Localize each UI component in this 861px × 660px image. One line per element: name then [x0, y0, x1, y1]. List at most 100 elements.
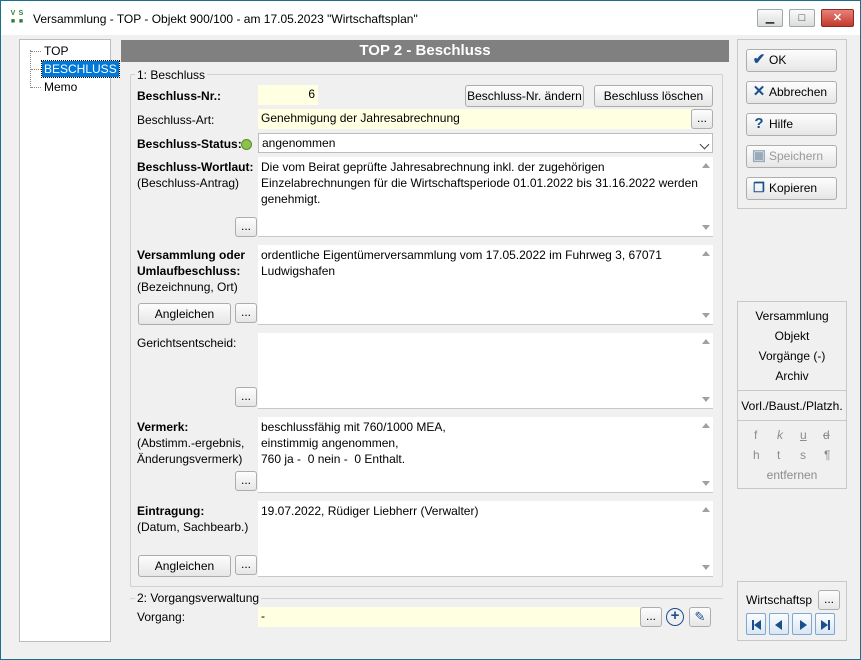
- scrollbar[interactable]: [699, 417, 713, 492]
- copy-icon: ❐: [753, 180, 765, 195]
- gerichtsentscheid-label: Gerichtsentscheid:: [137, 336, 237, 350]
- format-italic-button[interactable]: k: [777, 428, 783, 442]
- scrollbar[interactable]: [699, 333, 713, 408]
- wortlaut-textarea[interactable]: Die vom Beirat geprüfte Jahresabrechnung…: [258, 157, 713, 237]
- status-value: angenommen: [262, 136, 336, 150]
- versammlung-text: ordentliche Eigentümerversammlung vom 17…: [261, 248, 662, 278]
- beschluss-group-label: 1: Beschluss: [135, 68, 208, 82]
- scrollbar[interactable]: [699, 245, 713, 324]
- beschluss-loeschen-button[interactable]: Beschluss löschen: [594, 85, 713, 107]
- nav-prev-button[interactable]: [769, 613, 789, 635]
- format-underline-button[interactable]: u: [800, 428, 807, 442]
- wirtschaftsplan-field: Wirtschaftsp: [746, 593, 813, 607]
- beschluss-nr-field[interactable]: 6: [258, 85, 318, 105]
- chevron-down-icon: [699, 139, 710, 150]
- eintragung-sublabel: (Datum, Sachbearb.): [137, 520, 249, 534]
- tree-item-memo[interactable]: Memo: [42, 79, 79, 95]
- hilfe-label: Hilfe: [769, 117, 794, 131]
- format-h-button[interactable]: h: [753, 448, 760, 462]
- vorgang-dots-button[interactable]: ...: [640, 607, 662, 627]
- gerichtsentscheid-textarea[interactable]: [258, 333, 713, 409]
- cancel-x-icon: ✕: [752, 83, 766, 100]
- eintragung-label: Eintragung:: [137, 504, 205, 518]
- speichern-button[interactable]: ▣ Speichern: [746, 145, 837, 168]
- nav-last-button[interactable]: [815, 613, 835, 635]
- form-area: 1: Beschluss Beschluss-Nr.: 6 Beschluss-…: [121, 62, 729, 642]
- vorgangsverwaltung-group-label: 2: Vorgangsverwaltung: [135, 591, 262, 605]
- nav-objekt-link[interactable]: Objekt: [738, 329, 846, 343]
- help-question-icon: ?: [754, 115, 764, 132]
- scrollbar[interactable]: [699, 501, 713, 576]
- beschluss-art-field[interactable]: Genehmigung der Jahresabrechnung: [258, 109, 691, 129]
- wortlaut-label: Beschluss-Wortlaut:: [137, 160, 254, 174]
- nav-archiv-link[interactable]: Archiv: [738, 369, 846, 383]
- close-button[interactable]: ✕: [821, 9, 854, 27]
- abbrechen-button[interactable]: ✕ Abbrechen: [746, 81, 837, 104]
- action-panel: ✔ OK ✕ Abbrechen ? Hilfe ▣ Speichern ❐ Kopier…: [737, 39, 847, 209]
- gerichtsentscheid-dots-button[interactable]: ...: [235, 387, 257, 407]
- vermerk-dots-button[interactable]: ...: [235, 471, 257, 491]
- beschluss-status-label: Beschluss-Status:: [137, 137, 242, 151]
- nav-vorgaenge-link[interactable]: Vorgänge (-): [738, 349, 846, 363]
- abbrechen-label: Abbrechen: [769, 85, 828, 99]
- checkmark-icon: ✔: [752, 51, 766, 68]
- beschluss-nr-label: Beschluss-Nr.:: [137, 89, 222, 103]
- vermerk-sublabel-2: Änderungsvermerk): [137, 452, 243, 466]
- eintragung-text: 19.07.2022, Rüdiger Liebherr (Verwalter): [261, 504, 479, 518]
- versammlung-textarea[interactable]: ordentliche Eigentümerversammlung vom 17…: [258, 245, 713, 325]
- format-bold-button[interactable]: f: [754, 428, 757, 442]
- minimize-icon: ▁: [765, 12, 775, 24]
- speichern-label: Speichern: [769, 149, 824, 163]
- vermerk-textarea[interactable]: beschlussfähig mit 760/1000 MEA, einstim…: [258, 417, 713, 493]
- close-icon: ✕: [832, 12, 843, 24]
- versammlung-angleichen-button[interactable]: Angleichen: [138, 303, 231, 325]
- wortlaut-text: Die vom Beirat geprüfte Jahresabrechnung…: [261, 160, 698, 206]
- format-strike-button[interactable]: d: [823, 428, 830, 442]
- tree-item-top[interactable]: TOP: [42, 43, 70, 59]
- kopieren-button[interactable]: ❐ Kopieren: [746, 177, 837, 200]
- vermerk-sublabel-1: (Abstimm.-ergebnis,: [137, 436, 245, 450]
- format-paragraph-button[interactable]: ¶: [824, 448, 830, 462]
- nav-versammlung-link[interactable]: Versammlung: [738, 309, 846, 323]
- format-s-button[interactable]: s: [800, 448, 806, 462]
- minimize-button[interactable]: ▁: [757, 9, 783, 27]
- beschluss-status-select[interactable]: angenommen: [258, 133, 713, 153]
- wirtschaftsplan-dots-button[interactable]: ...: [818, 590, 840, 610]
- last-icon: [821, 620, 828, 630]
- vermerk-text: beschlussfähig mit 760/1000 MEA, einstim…: [261, 420, 446, 466]
- status-indicator-icon: [241, 139, 252, 150]
- main-window: V S ■ ■ Versammlung - TOP - Objekt 900/100 …: [0, 0, 861, 660]
- wortlaut-dots-button[interactable]: ...: [235, 217, 257, 237]
- wortlaut-sublabel: (Beschluss-Antrag): [137, 176, 240, 190]
- window-title: Versammlung - TOP - Objekt 900/100 - am …: [33, 12, 418, 26]
- scrollbar[interactable]: [699, 157, 713, 236]
- versammlung-label-2: Umlaufbeschluss:: [137, 264, 241, 278]
- ok-label: OK: [769, 53, 787, 67]
- prev-icon: [775, 620, 782, 630]
- format-t-button[interactable]: t: [777, 448, 780, 462]
- format-entfernen-button[interactable]: entfernen: [738, 468, 846, 482]
- versammlung-dots-button[interactable]: ...: [235, 303, 257, 323]
- nav-first-button[interactable]: [746, 613, 766, 635]
- save-disk-icon: ▣: [751, 147, 767, 164]
- beschluss-art-dots-button[interactable]: ...: [691, 109, 713, 129]
- vermerk-label: Vermerk:: [137, 420, 189, 434]
- nav-vorl-link[interactable]: Vorl./Baust./Platzh.: [738, 399, 846, 413]
- tree-item-beschluss[interactable]: BESCHLUSS: [41, 60, 120, 78]
- maximize-icon: □: [798, 12, 806, 24]
- maximize-button[interactable]: □: [789, 9, 815, 27]
- hilfe-button[interactable]: ? Hilfe: [746, 113, 837, 136]
- edit-pencil-icon[interactable]: ✎: [689, 607, 711, 627]
- ok-button[interactable]: ✔ OK: [746, 49, 837, 72]
- versammlung-label-1: Versammlung oder: [137, 248, 246, 262]
- kopieren-label: Kopieren: [769, 181, 818, 195]
- nav-next-button[interactable]: [792, 613, 812, 635]
- eintragung-angleichen-button[interactable]: Angleichen: [138, 555, 231, 577]
- vorgang-label: Vorgang:: [137, 610, 186, 624]
- beschluss-nr-aendern-button[interactable]: Beschluss-Nr. ändern: [465, 85, 584, 107]
- vorgang-field[interactable]: -: [258, 607, 640, 627]
- eintragung-textarea[interactable]: 19.07.2022, Rüdiger Liebherr (Verwalter): [258, 501, 713, 577]
- nav-panel: Versammlung Objekt Vorgänge (-) Archiv V…: [737, 301, 847, 489]
- eintragung-dots-button[interactable]: ...: [235, 555, 257, 575]
- add-vorgang-icon[interactable]: +: [666, 608, 684, 626]
